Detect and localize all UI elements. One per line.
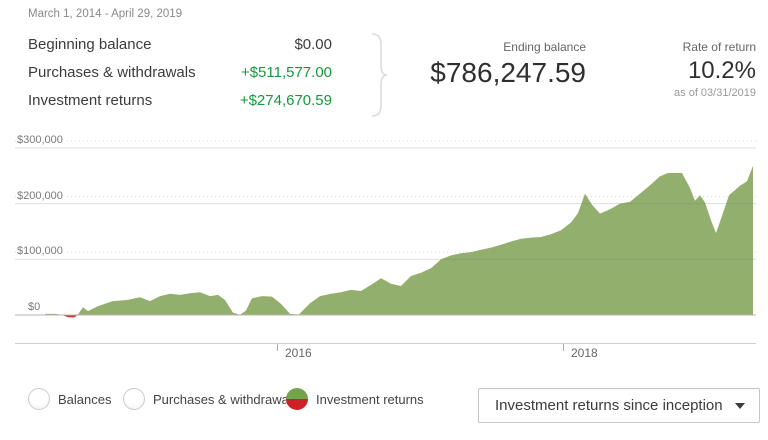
y-axis-label: $200,000 bbox=[17, 190, 67, 202]
x-axis-tick bbox=[563, 343, 564, 351]
chart-view-dropdown[interactable]: Investment returns since inception bbox=[478, 388, 760, 423]
legend-label-investment-returns[interactable]: Investment returns bbox=[316, 392, 424, 407]
x-axis-line bbox=[15, 343, 756, 344]
dropdown-selected-value: Investment returns since inception bbox=[495, 397, 735, 414]
y-axis-label: $0 bbox=[28, 301, 44, 313]
radio-balances[interactable] bbox=[28, 388, 50, 410]
legend-label-balances[interactable]: Balances bbox=[58, 392, 111, 407]
chevron-down-icon bbox=[735, 403, 745, 409]
x-axis-tick bbox=[277, 343, 278, 351]
y-axis-label: $300,000 bbox=[17, 134, 67, 146]
radio-purchases-withdrawals[interactable] bbox=[123, 388, 145, 410]
legend-item-investment-returns[interactable]: Investment returns bbox=[286, 388, 424, 410]
chart-plot bbox=[15, 140, 756, 322]
investment-returns-selected-icon[interactable] bbox=[286, 388, 308, 410]
legend-item-balances[interactable]: Balances bbox=[28, 388, 111, 410]
x-axis-label: 2018 bbox=[571, 346, 598, 360]
performance-chart[interactable]: $100,000 $200,000 $300,000 $0 2016 2018 bbox=[0, 0, 768, 440]
x-axis-label: 2016 bbox=[285, 346, 312, 360]
legend-item-purchases-withdrawals[interactable]: Purchases & withdrawals bbox=[123, 388, 298, 410]
y-axis-label: $100,000 bbox=[17, 245, 67, 257]
performance-panel: March 1, 2014 - April 29, 2019 Beginning… bbox=[0, 0, 768, 440]
legend-label-purchases-withdrawals[interactable]: Purchases & withdrawals bbox=[153, 392, 298, 407]
